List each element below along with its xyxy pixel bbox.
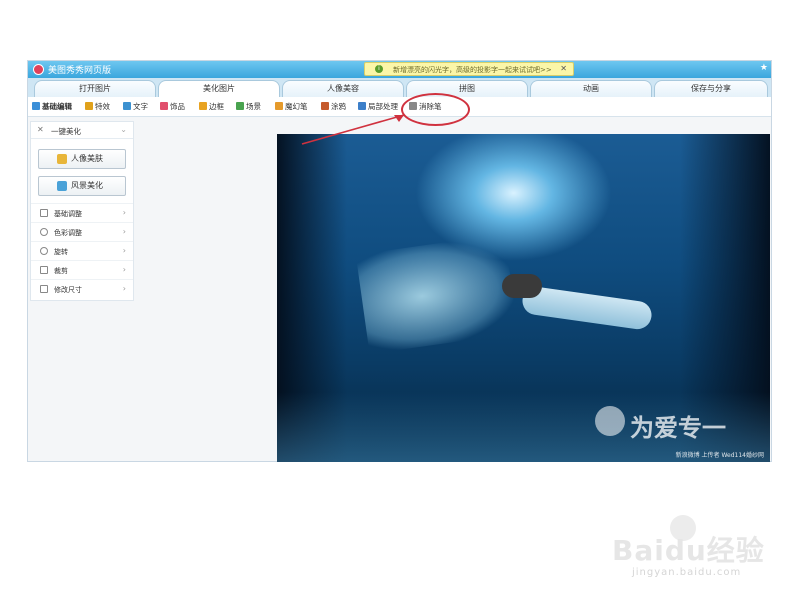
toolbar-effects[interactable]: 特效 [85,101,110,113]
chevron-down-icon: ⌄ [120,125,127,134]
chevron-right-icon: › [122,246,126,255]
tab-open-image[interactable]: 打开图片 [34,80,156,97]
menu-rotate[interactable]: 旋转 › [31,241,133,260]
bow-icon [160,102,168,110]
toolbar-scenes[interactable]: 场景 [236,101,261,113]
menu-crop[interactable]: 裁剪 › [31,260,133,279]
tab-animation[interactable]: 动画 [530,80,652,97]
toolbar-text[interactable]: 文字 [123,101,148,113]
portrait-beautify-button[interactable]: 人像美肤 [38,149,126,169]
landscape-icon [57,181,67,191]
text-icon [123,102,131,110]
main-tabs: 打开图片 美化图片 人像美容 拼图 动画 保存与分享 [28,78,771,97]
photo-watermark-logo-icon [595,406,625,436]
app-logo-icon [33,64,44,75]
magic-pen-icon [275,102,283,110]
menu-color-adjust[interactable]: 色彩调整 › [31,222,133,241]
brush-icon [358,102,366,110]
wand-icon: ✕ [37,125,44,134]
crop-icon [40,266,48,274]
frame-icon [199,102,207,110]
photo-credit: 新浪微博 上传者 Wed114婚纱网 [675,452,764,459]
chevron-right-icon: › [122,227,126,236]
star-icon[interactable]: ★ [760,63,768,73]
resize-icon [40,285,48,293]
toolbar-stickers[interactable]: 饰品 [160,101,185,113]
rotate-icon [40,247,48,255]
photo-canvas[interactable]: 为爱专一 新浪微博 上传者 Wed114婚纱网 [277,134,770,462]
landscape-beautify-button[interactable]: 风景美化 [38,176,126,196]
toolbar-basic-edit[interactable]: 基础编辑 [32,101,72,113]
app-title: 美图秀秀网页版 [48,66,112,76]
doodle-icon [321,102,329,110]
one-click-beautify-header[interactable]: ✕ 一键美化 ⌄ [31,122,133,139]
photo-figure-shape [520,285,654,331]
photo-dress-shape [355,234,519,354]
magic-icon [85,102,93,110]
chevron-right-icon: › [122,284,126,293]
close-icon[interactable]: ✕ [560,64,567,73]
chevron-right-icon: › [122,208,126,217]
photo-heads-shape [502,274,542,298]
image-icon [32,102,40,110]
notice-text[interactable]: 新增漂亮的闪光字，高级的投影字一起来试试吧>> [393,65,552,75]
photo-watermark: 为爱专一 [630,414,726,442]
baidu-jingyan-watermark: Baidu经验 jingyan.baidu.com [612,515,782,585]
title-bar: 美图秀秀网页版 i 新增漂亮的闪光字，高级的投影字一起来试试吧>> ✕ ★ [28,61,771,78]
toolbar-frames[interactable]: 边框 [199,101,224,113]
portrait-icon [57,154,67,164]
sliders-icon [40,209,48,217]
tab-beautify[interactable]: 美化图片 [158,80,280,97]
highlight-ellipse [401,93,470,126]
tab-save-share[interactable]: 保存与分享 [654,80,768,97]
notice-banner[interactable]: i 新增漂亮的闪光字，高级的投影字一起来试试吧>> ✕ [364,62,574,76]
tab-portrait[interactable]: 人像美容 [282,80,404,97]
palette-icon [40,228,48,236]
red-arrow-icon [301,114,405,145]
info-icon: i [375,65,383,73]
menu-basic-adjust[interactable]: 基础调整 › [31,203,133,222]
chevron-right-icon: › [122,265,126,274]
menu-resize[interactable]: 修改尺寸 › [31,279,133,298]
left-panel: ✕ 一键美化 ⌄ 人像美肤 风景美化 基础调整 › 色彩调整 › 旋转 › 裁剪… [30,121,134,301]
scene-icon [236,102,244,110]
